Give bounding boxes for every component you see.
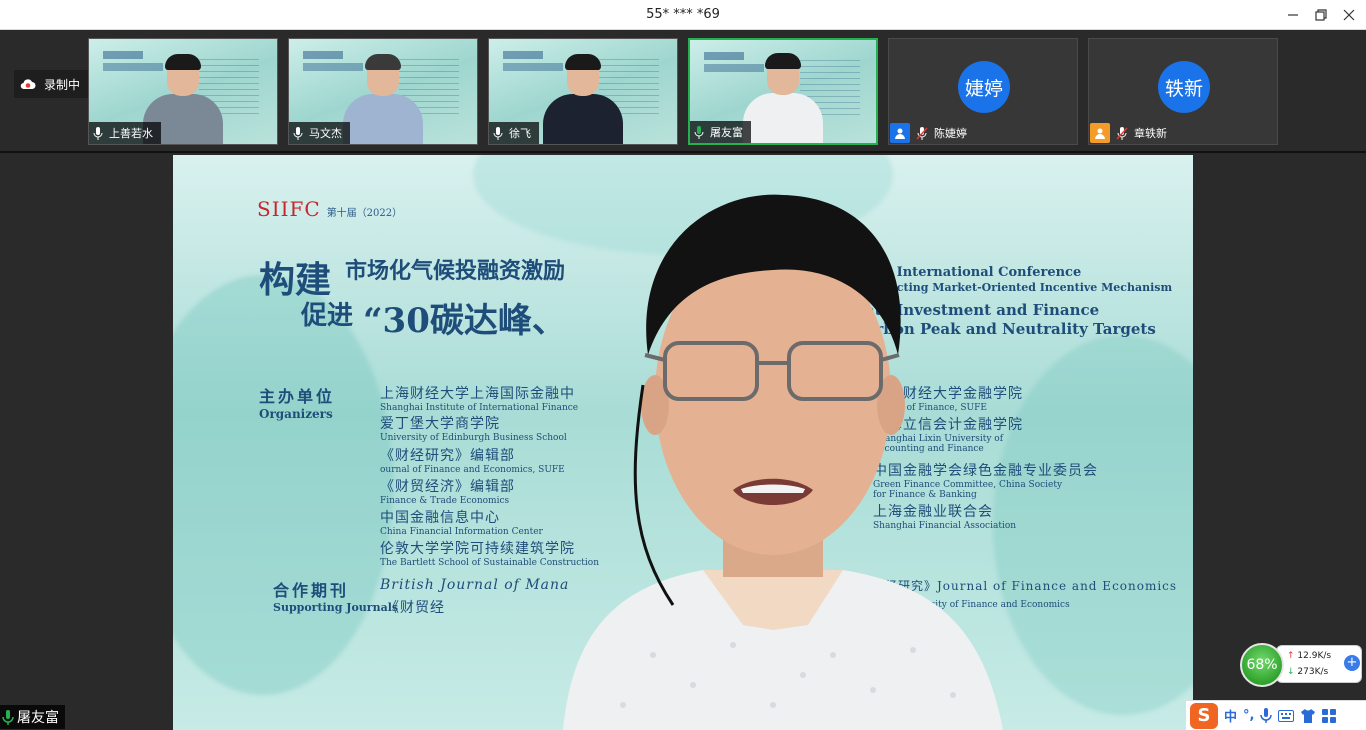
toolbox-grid-icon[interactable]: [1322, 708, 1337, 723]
participant-name: 徐飞: [509, 127, 531, 140]
main-speaker-video[interactable]: SIIFC 第十届（2022） 构建 市场化气候投融资激励 促进 “30碳达峰、 …: [173, 155, 1193, 730]
microphone-icon: [493, 126, 503, 140]
microphone-icon: [93, 126, 103, 140]
conference-logo: SIIFC 第十届（2022）: [257, 197, 403, 221]
user-badge-icon: [1090, 123, 1110, 143]
network-speed-widget[interactable]: ↑ 12.9K/s ↓ 273K/s 68% +: [1240, 643, 1364, 687]
participant-name: 屠友富: [710, 126, 743, 139]
participant-tile-6[interactable]: 轶新 章轶新: [1088, 38, 1278, 145]
ime-punctuation-toggle[interactable]: °,: [1243, 708, 1254, 723]
org-left-4: 《财贸经济》编辑部 Finance & Trade Economics: [380, 479, 515, 506]
organizers-heading: 主办单位 Organizers: [259, 387, 336, 421]
participant-name: 陈婕婷: [934, 127, 967, 140]
current-speaker-name: 屠友富: [17, 710, 59, 726]
participant-namebar: 上善若水: [89, 122, 161, 144]
add-button[interactable]: +: [1344, 655, 1360, 671]
headline-cn-2: 促进: [301, 301, 354, 331]
journal-left-2: 《财贸经: [385, 600, 445, 616]
participant-tile-2[interactable]: 马文杰: [288, 38, 478, 145]
user-badge-icon: [890, 123, 910, 143]
microphone-active-icon: [694, 125, 704, 139]
voice-input-icon[interactable]: [1260, 708, 1273, 723]
participant-namebar: 徐飞: [489, 122, 539, 144]
cpu-usage-gauge[interactable]: 68%: [1240, 643, 1284, 687]
participant-namebar: 屠友富: [690, 121, 751, 143]
upload-speed: 12.9K/s: [1297, 651, 1332, 661]
participant-namebar: 陈婕婷: [889, 122, 975, 144]
close-button[interactable]: [1332, 0, 1366, 30]
microphone-active-icon: [2, 709, 14, 725]
microphone-icon: [293, 126, 303, 140]
current-speaker-label: 屠友富: [0, 705, 65, 729]
avatar: 轶新: [1158, 61, 1210, 113]
recording-indicator[interactable]: 录制中: [14, 70, 91, 98]
close-icon: [1343, 9, 1355, 21]
ime-language-toggle[interactable]: 中: [1224, 706, 1237, 725]
keyboard-icon[interactable]: [1278, 709, 1295, 722]
org-left-5: 中国金融信息中心 China Financial Information Cent…: [380, 510, 543, 537]
headline-cn-1b: 市场化气候投融资激励: [345, 258, 566, 284]
sogou-logo-icon[interactable]: S: [1190, 702, 1218, 729]
participant-tile-3[interactable]: 徐飞: [488, 38, 678, 145]
restore-icon: [1315, 9, 1327, 21]
avatar: 婕婷: [958, 61, 1010, 113]
participant-name: 上善若水: [109, 127, 153, 140]
participant-tile-1[interactable]: 上善若水: [88, 38, 278, 145]
participant-figure: [533, 54, 633, 144]
participant-namebar: 章轶新: [1089, 122, 1175, 144]
window-title: 55* *** *69: [646, 7, 720, 22]
participant-tile-4-active-speaker[interactable]: 屠友富: [688, 38, 878, 145]
participant-namebar: 马文杰: [289, 122, 350, 144]
participant-name: 马文杰: [309, 127, 342, 140]
title-bar: 55* *** *69: [0, 0, 1366, 30]
skin-shirt-icon[interactable]: [1300, 708, 1316, 723]
participant-name: 章轶新: [1134, 127, 1167, 140]
ime-toolbar: S 中 °,: [1186, 700, 1366, 730]
participant-tile-5[interactable]: 婕婷 陈婕婷: [888, 38, 1078, 145]
minimize-icon: [1288, 14, 1298, 16]
microphone-muted-icon: [916, 126, 928, 140]
cloud-record-icon: [20, 79, 36, 90]
download-speed: 273K/s: [1297, 667, 1329, 677]
recording-label: 录制中: [44, 77, 81, 92]
speaker-figure: [563, 194, 1003, 730]
microphone-muted-icon: [1116, 126, 1128, 140]
